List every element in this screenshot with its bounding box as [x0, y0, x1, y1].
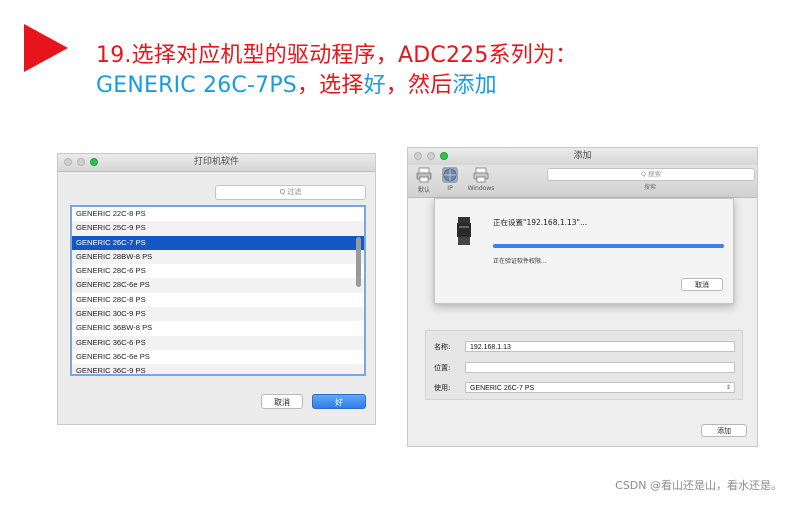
- setup-progress-sheet: 正在设置"192.168.1.13"... 正在验证软件权限... 取消: [434, 198, 734, 304]
- window-title: 打印机软件: [193, 157, 239, 167]
- zoom-window-button[interactable]: [90, 158, 98, 166]
- printer-icon: [416, 167, 432, 183]
- good-word: 好: [363, 73, 386, 98]
- search-label: 搜索: [643, 184, 656, 191]
- toolbar: 默认 IP Windows Q 搜索 搜索: [408, 165, 757, 198]
- windows-label: Windows: [467, 185, 495, 192]
- window-titlebar: 打印机软件: [58, 154, 375, 172]
- add-word: 添加: [452, 73, 497, 98]
- location-label: 位置:: [434, 364, 451, 372]
- red-arrow-icon: [24, 24, 68, 72]
- subtitle-text-2: ，然后: [385, 73, 453, 98]
- step-subtitle: GENERIC 26C-7PS，选择好，然后添加: [96, 67, 497, 99]
- cancel-button[interactable]: 取消: [261, 394, 303, 409]
- driver-item[interactable]: GENERIC 30C-9 PS: [72, 307, 364, 322]
- setup-substatus: 正在验证软件权限...: [493, 258, 547, 265]
- printer-software-window: 打印机软件 Q 过滤 GENERIC 22C-8 PS GENERIC 25C-9…: [57, 153, 376, 425]
- add-printer-window: 添加 默认 IP Windows Q 搜索 搜索 正在设置"192.168.1.…: [407, 147, 758, 447]
- close-window-button[interactable]: [64, 158, 72, 166]
- progress-bar: [493, 244, 724, 248]
- name-field[interactable]: 192.168.1.13: [465, 341, 735, 352]
- location-field[interactable]: [465, 362, 735, 373]
- filter-search-input[interactable]: Q 过滤: [215, 185, 366, 200]
- name-label: 名称:: [434, 343, 451, 351]
- printer-device-icon: [457, 217, 471, 245]
- driver-item[interactable]: GENERIC 36BW-8 PS: [72, 321, 364, 335]
- globe-icon: [442, 167, 458, 183]
- printer-form: 名称: 192.168.1.13 位置: 使用: GENERIC 26C-7 P…: [425, 330, 743, 400]
- toolbar-ip[interactable]: IP: [440, 167, 460, 192]
- driver-item[interactable]: GENERIC 25C-9 PS: [72, 221, 364, 236]
- chevron-updown-icon: ⇕: [725, 385, 731, 391]
- driver-select-value: GENERIC 26C-7 PS: [470, 385, 535, 392]
- toolbar-default[interactable]: 默认: [414, 167, 434, 194]
- progress-fill: [493, 244, 724, 248]
- window-title: 添加: [573, 151, 592, 161]
- windows-printer-icon: [473, 167, 489, 183]
- minimize-window-button[interactable]: [77, 158, 85, 166]
- default-label: 默认: [417, 187, 430, 194]
- driver-item[interactable]: GENERIC 28BW-8 PS: [72, 249, 364, 265]
- cancel-button[interactable]: 取消: [681, 278, 723, 291]
- ip-label: IP: [447, 185, 453, 192]
- driver-item[interactable]: GENERIC 22C-8 PS: [72, 207, 364, 221]
- model-name: GENERIC 26C-7PS: [96, 73, 297, 98]
- search-input[interactable]: Q 搜索: [547, 168, 755, 181]
- driver-item[interactable]: GENERIC 36C-6 PS: [72, 335, 364, 350]
- driver-list[interactable]: GENERIC 22C-8 PS GENERIC 25C-9 PS GENERIC …: [70, 205, 366, 376]
- driver-item[interactable]: GENERIC 36C-6e PS: [72, 350, 364, 364]
- subtitle-text-1: ，选择: [296, 73, 364, 98]
- driver-select[interactable]: GENERIC 26C-7 PS ⇕: [465, 382, 735, 393]
- toolbar-windows[interactable]: Windows: [464, 167, 498, 192]
- driver-item-selected[interactable]: GENERIC 26C-7 PS: [72, 235, 364, 250]
- footer-watermark: CSDN @看山还是山，看水还是。: [615, 479, 782, 492]
- driver-item[interactable]: GENERIC 28C-6 PS: [72, 264, 364, 278]
- minimize-window-button[interactable]: [427, 152, 435, 160]
- driver-item[interactable]: GENERIC 28C-6e PS: [72, 278, 364, 293]
- add-button[interactable]: 添加: [701, 424, 747, 437]
- step-title: 19.选择对应机型的驱动程序，ADC225系列为：: [96, 43, 578, 68]
- driver-item[interactable]: GENERIC 36C-9 PS: [72, 364, 364, 374]
- window-titlebar: 添加: [408, 148, 757, 166]
- setup-status: 正在设置"192.168.1.13"...: [493, 218, 588, 227]
- driver-item[interactable]: GENERIC 28C-8 PS: [72, 293, 364, 307]
- use-label: 使用:: [434, 384, 451, 392]
- close-window-button[interactable]: [414, 152, 422, 160]
- ok-button[interactable]: 好: [312, 394, 366, 409]
- zoom-window-button[interactable]: [440, 152, 448, 160]
- list-scrollbar[interactable]: [356, 237, 361, 287]
